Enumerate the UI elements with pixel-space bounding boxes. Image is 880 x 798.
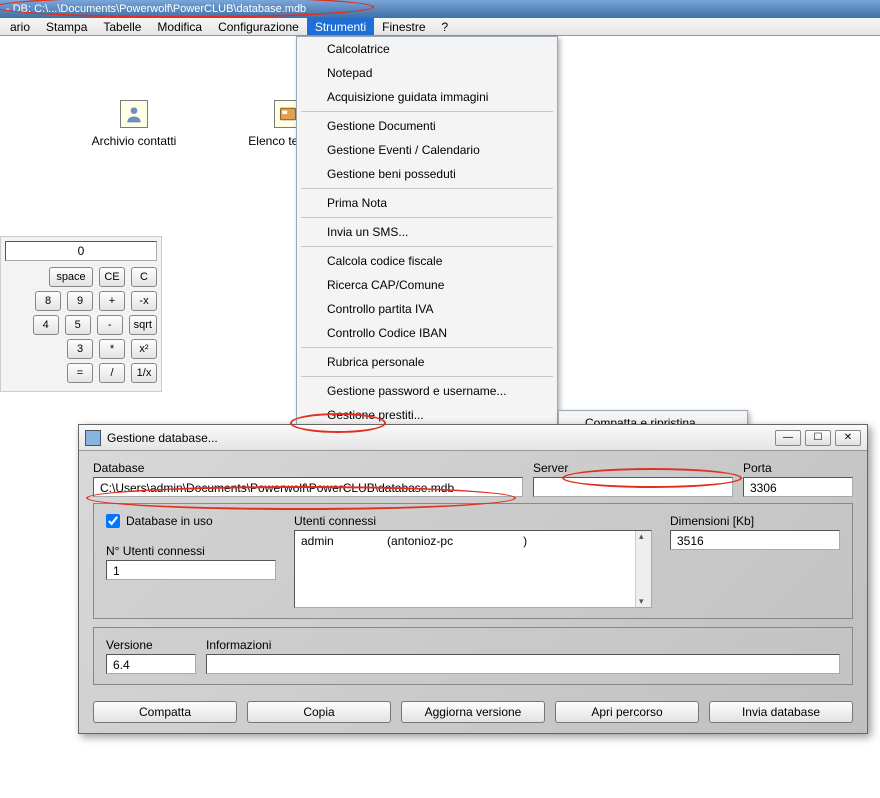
menu-finestre[interactable]: Finestre bbox=[374, 18, 433, 35]
menubar: ario Stampa Tabelle Modifica Configurazi… bbox=[0, 18, 880, 36]
icon-label: Archivio contatti bbox=[64, 134, 204, 148]
label-informazioni: Informazioni bbox=[206, 638, 840, 652]
input-versione[interactable]: 6.4 bbox=[106, 654, 196, 674]
ddi-iban[interactable]: Controllo Codice IBAN bbox=[297, 321, 557, 345]
calc-display: 0 bbox=[5, 241, 157, 261]
btn-compatta[interactable]: Compatta bbox=[93, 701, 237, 723]
contacts-icon bbox=[120, 100, 148, 128]
menu-help[interactable]: ? bbox=[434, 18, 457, 35]
calc-btn-9[interactable]: 9 bbox=[67, 291, 93, 311]
input-server[interactable] bbox=[533, 477, 733, 497]
scrollbar[interactable] bbox=[635, 531, 651, 607]
close-button[interactable]: ✕ bbox=[835, 430, 861, 446]
calc-btn-4[interactable]: 4 bbox=[33, 315, 59, 335]
calc-btn-negx[interactable]: -x bbox=[131, 291, 157, 311]
calc-btn-plus[interactable]: + bbox=[99, 291, 125, 311]
ddi-rubrica[interactable]: Rubrica personale bbox=[297, 350, 557, 374]
calc-btn-minus[interactable]: - bbox=[97, 315, 123, 335]
menu-tabelle[interactable]: Tabelle bbox=[95, 18, 149, 35]
calc-btn-sq[interactable]: x² bbox=[131, 339, 157, 359]
calc-btn-ce[interactable]: CE bbox=[99, 267, 125, 287]
input-informazioni[interactable] bbox=[206, 654, 840, 674]
menu-configurazione[interactable]: Configurazione bbox=[210, 18, 307, 35]
ddi-notepad[interactable]: Notepad bbox=[297, 61, 557, 85]
dialog-gestione-database: Gestione database... — ☐ ✕ Database C:\U… bbox=[78, 424, 868, 734]
calc-btn-div[interactable]: / bbox=[99, 363, 125, 383]
label-n-utenti: N° Utenti connessi bbox=[106, 544, 276, 558]
label-utenti-connessi: Utenti connessi bbox=[294, 514, 652, 528]
ddi-gest-beni[interactable]: Gestione beni posseduti bbox=[297, 162, 557, 186]
btn-copia[interactable]: Copia bbox=[247, 701, 391, 723]
dialog-icon bbox=[85, 430, 101, 446]
icon-archivio-contatti[interactable]: Archivio contatti bbox=[64, 100, 204, 148]
label-server: Server bbox=[533, 461, 733, 475]
btn-invia-database[interactable]: Invia database bbox=[709, 701, 853, 723]
calc-btn-sqrt[interactable]: sqrt bbox=[129, 315, 157, 335]
title-text: - DB: C:\...\Documents\Powerwolf\PowerCL… bbox=[6, 3, 306, 15]
calc-btn-mul[interactable]: * bbox=[99, 339, 125, 359]
menu-strumenti[interactable]: Strumenti bbox=[307, 18, 374, 35]
window-titlebar: - DB: C:\...\Documents\Powerwolf\PowerCL… bbox=[0, 0, 880, 18]
ddi-acquisizione[interactable]: Acquisizione guidata immagini bbox=[297, 85, 557, 109]
calc-btn-space[interactable]: space bbox=[49, 267, 93, 287]
label-database: Database bbox=[93, 461, 523, 475]
checkbox-db-in-uso[interactable]: Database in uso bbox=[106, 514, 276, 528]
input-n-utenti[interactable]: 1 bbox=[106, 560, 276, 580]
calc-btn-3[interactable]: 3 bbox=[67, 339, 93, 359]
calc-btn-5[interactable]: 5 bbox=[65, 315, 91, 335]
chk-input[interactable] bbox=[106, 514, 120, 528]
dialog-title-text: Gestione database... bbox=[107, 431, 218, 445]
menu-modifica[interactable]: Modifica bbox=[149, 18, 210, 35]
ddi-gest-password[interactable]: Gestione password e username... bbox=[297, 379, 557, 403]
btn-aggiorna-versione[interactable]: Aggiorna versione bbox=[401, 701, 545, 723]
list-item: admin (antonioz-pc ) bbox=[301, 534, 527, 548]
ddi-codice-fiscale[interactable]: Calcola codice fiscale bbox=[297, 249, 557, 273]
label-versione: Versione bbox=[106, 638, 196, 652]
label-porta: Porta bbox=[743, 461, 853, 475]
ddi-gest-eventi[interactable]: Gestione Eventi / Calendario bbox=[297, 138, 557, 162]
calc-btn-eq[interactable]: = bbox=[67, 363, 93, 383]
ddi-invia-sms[interactable]: Invia un SMS... bbox=[297, 220, 557, 244]
btn-apri-percorso[interactable]: Apri percorso bbox=[555, 701, 699, 723]
ddi-gest-documenti[interactable]: Gestione Documenti bbox=[297, 114, 557, 138]
input-dimensioni[interactable]: 3516 bbox=[670, 530, 840, 550]
ddi-ricerca-cap[interactable]: Ricerca CAP/Comune bbox=[297, 273, 557, 297]
chk-label: Database in uso bbox=[126, 514, 213, 528]
calc-btn-8[interactable]: 8 bbox=[35, 291, 61, 311]
calculator-panel: 0 space CE C 8 9 + -x 4 5 - sqrt 3 * x² … bbox=[0, 236, 162, 392]
ddi-prima-nota[interactable]: Prima Nota bbox=[297, 191, 557, 215]
menu-ario[interactable]: ario bbox=[2, 18, 38, 35]
maximize-button[interactable]: ☐ bbox=[805, 430, 831, 446]
listbox-utenti[interactable]: admin (antonioz-pc ) bbox=[294, 530, 652, 608]
calc-btn-inv[interactable]: 1/x bbox=[131, 363, 157, 383]
input-database[interactable]: C:\Users\admin\Documents\Powerwolf\Power… bbox=[93, 477, 523, 497]
label-dimensioni: Dimensioni [Kb] bbox=[670, 514, 840, 528]
ddi-partita-iva[interactable]: Controllo partita IVA bbox=[297, 297, 557, 321]
input-porta[interactable]: 3306 bbox=[743, 477, 853, 497]
ddi-calcolatrice[interactable]: Calcolatrice bbox=[297, 37, 557, 61]
minimize-button[interactable]: — bbox=[775, 430, 801, 446]
dialog-titlebar[interactable]: Gestione database... — ☐ ✕ bbox=[79, 425, 867, 451]
calc-btn-c[interactable]: C bbox=[131, 267, 157, 287]
menu-stampa[interactable]: Stampa bbox=[38, 18, 95, 35]
